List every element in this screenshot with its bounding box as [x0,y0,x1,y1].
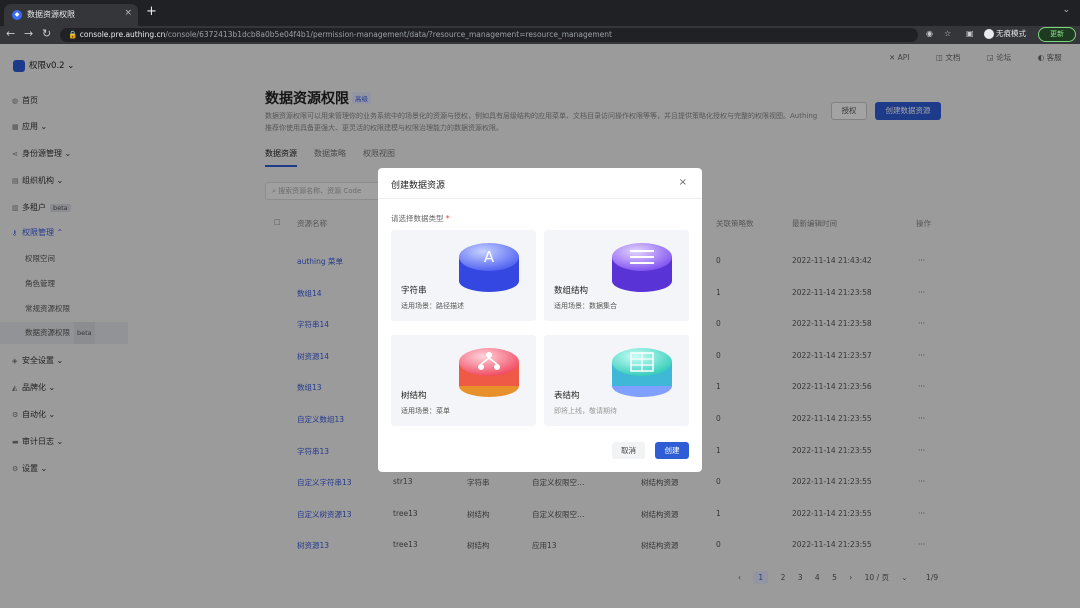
bookmark-star-icon[interactable]: ☆ [944,29,951,38]
incognito-avatar-icon [984,29,994,39]
option-name: 表结构 [554,391,580,401]
address-bar-row: ← → ↻ 🔒 console.pre.authing.cn/console/6… [0,26,1080,44]
create-data-resource-modal: 创建数据资源 × 请选择数据类型 * A 字符串 适用场景：路径描述 数组结构 … [378,168,702,472]
close-tab-icon[interactable]: × [124,8,132,18]
url-host: console.pre.authing.cn [79,30,166,39]
option-name: 树结构 [401,391,427,401]
option-scenario: 适用场景：数据集合 [554,302,617,310]
table-icon [612,348,672,397]
sidepanel-icon[interactable]: ▣ [966,29,974,38]
data-type-label: 请选择数据类型 * [391,213,450,224]
data-type-label-text: 请选择数据类型 [391,214,444,223]
shield-favicon-icon: ◆ [12,10,22,20]
url-field[interactable]: 🔒 console.pre.authing.cn/console/6372413… [60,28,918,42]
browser-tab-bar: ◆ 数据资源权限 × + ⌄ [0,0,1080,26]
reload-icon[interactable]: ↻ [42,27,51,40]
tab-title: 数据资源权限 [27,10,75,19]
profile-button[interactable]: 无痕模式 [984,28,1026,39]
profile-label: 无痕模式 [996,29,1026,38]
option-scenario: 适用场景：菜单 [401,407,450,415]
option-scenario: 即将上线，敬请期待 [554,407,617,415]
option-tree-card[interactable]: 树结构 适用场景：菜单 [391,335,536,426]
modal-divider [378,198,702,199]
option-string-card[interactable]: A 字符串 适用场景：路径描述 [391,230,536,321]
string-icon: A [459,243,519,292]
back-arrow-icon[interactable]: ← [6,27,15,40]
option-table-card: 表结构 即将上线，敬请期待 [544,335,689,426]
array-icon [612,243,672,292]
browser-tab[interactable]: ◆ 数据资源权限 × [4,4,138,26]
create-button[interactable]: 创建 [655,442,689,459]
option-name: 数组结构 [554,286,589,296]
option-name: 字符串 [401,286,427,296]
required-mark: * [445,214,450,223]
cancel-button[interactable]: 取消 [612,442,645,459]
option-scenario: 适用场景：路径描述 [401,302,464,310]
close-icon[interactable]: × [679,177,687,188]
modal-title: 创建数据资源 [391,181,446,191]
update-button[interactable]: 更新 [1038,27,1076,42]
tree-icon [459,348,519,397]
tab-search-chevron-icon[interactable]: ⌄ [1062,5,1070,15]
svg-text:A: A [484,248,495,266]
url-path: /console/6372413b1dcb8a0b5e04f4b1/permis… [165,30,612,39]
option-array-card[interactable]: 数组结构 适用场景：数据集合 [544,230,689,321]
new-tab-icon[interactable]: + [146,4,157,19]
forward-arrow-icon[interactable]: → [24,27,33,40]
incognito-eye-icon[interactable]: ◉ [926,29,933,38]
